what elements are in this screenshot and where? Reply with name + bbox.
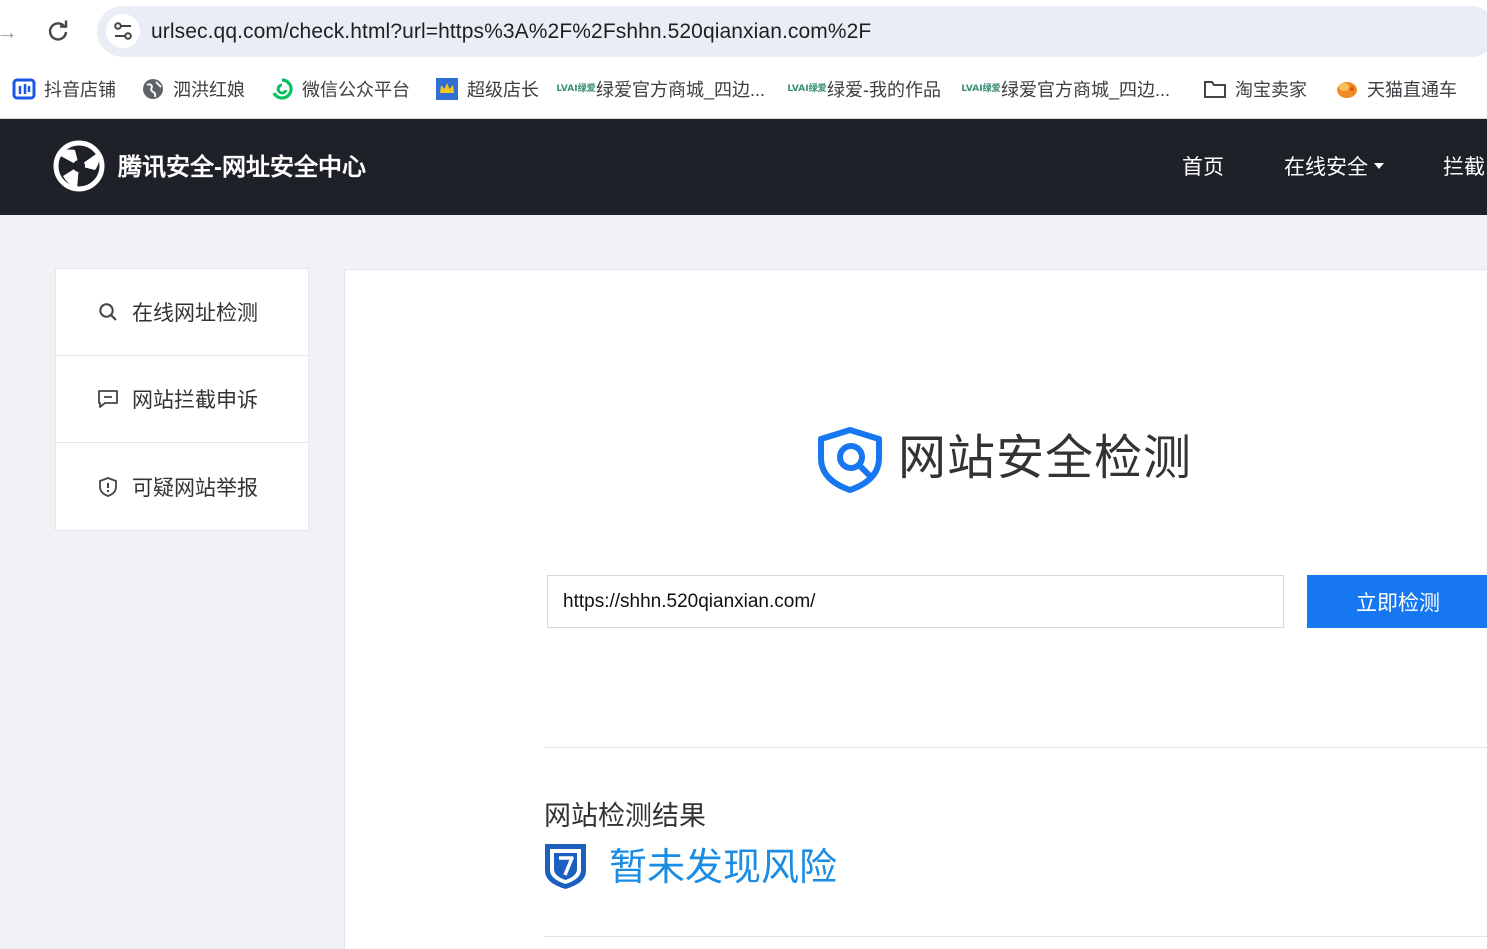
sidebar-item-url-check[interactable]: 在线网址检测: [56, 269, 308, 356]
lvai-icon: LVAI 绿爱: [961, 77, 1000, 101]
sidebar: 在线网址检测 网站拦截申诉 可疑网站举报: [55, 268, 309, 531]
bookmark-label: 超级店长: [467, 80, 539, 100]
nav-home[interactable]: 首页: [1182, 152, 1224, 184]
search-icon: [97, 301, 119, 323]
bookmark-tmall-ztc[interactable]: 天猫直通车: [1335, 75, 1457, 103]
bookmark-label: 天猫直通车: [1367, 80, 1457, 100]
lvai-icon: LVAI 绿爱: [787, 77, 826, 101]
divider: [544, 747, 1487, 748]
shield-search-icon: [815, 424, 885, 494]
forward-icon[interactable]: →: [0, 18, 18, 46]
bookmark-sihong-hongniang[interactable]: 泗洪红娘: [141, 75, 245, 103]
tencent-security-logo-icon[interactable]: [53, 140, 105, 192]
url-input[interactable]: [547, 575, 1284, 628]
douyin-shop-icon: [12, 77, 36, 101]
result-status-text: 暂未发现风险: [609, 847, 838, 889]
url-text[interactable]: urlsec.qq.com/check.html?url=https%3A%2F…: [151, 17, 871, 47]
nav-online-security-label: 在线安全: [1284, 156, 1368, 179]
reload-icon[interactable]: [44, 18, 72, 46]
tmall-icon: [1335, 77, 1359, 101]
sidebar-item-report[interactable]: 可疑网站举报: [56, 443, 308, 530]
wechat-mp-icon: [270, 77, 294, 101]
sidebar-item-appeal[interactable]: 网站拦截申诉: [56, 356, 308, 443]
lvai-icon-text-top: LVAI: [787, 83, 809, 94]
bookmark-label: 微信公众平台: [302, 80, 410, 100]
lvai-icon: LVAI 绿爱: [556, 77, 595, 101]
lvai-icon-text-bottom: 绿爱: [577, 83, 596, 94]
sidebar-item-label: 网站拦截申诉: [132, 389, 258, 412]
bookmark-folder-taobao-seller[interactable]: 淘宝卖家: [1203, 75, 1307, 103]
result-heading: 网站检测结果: [544, 801, 706, 831]
bookmark-lvai-works[interactable]: LVAI 绿爱 绿爱-我的作品: [787, 75, 941, 103]
sidebar-item-label: 在线网址检测: [132, 302, 258, 325]
sidebar-item-label: 可疑网站举报: [132, 476, 258, 500]
bookmark-lvai-store-2[interactable]: LVAI 绿爱 绿爱官方商城_四边...: [961, 75, 1171, 103]
bookmark-wechat-mp[interactable]: 微信公众平台: [270, 75, 410, 103]
message-icon: [97, 388, 119, 410]
site-title[interactable]: 腾讯安全-网址安全中心: [118, 152, 366, 184]
lvai-icon-text-bottom: 绿爱: [982, 83, 1001, 94]
bookmark-label: 绿爱-我的作品: [827, 80, 941, 100]
hero-title: 网站安全检测: [898, 432, 1193, 485]
bookmark-label: 绿爱官方商城_四边...: [596, 80, 766, 100]
bookmark-super-manager[interactable]: 超级店长: [435, 75, 539, 103]
nav-online-security[interactable]: 在线安全: [1284, 152, 1384, 184]
divider: [544, 936, 1487, 937]
lvai-icon-text-top: LVAI: [961, 83, 983, 94]
shield-alert-icon: [97, 476, 119, 498]
bookmark-lvai-store-1[interactable]: LVAI 绿爱 绿爱官方商城_四边...: [556, 75, 766, 103]
bookmark-douyin-shop[interactable]: 抖音店铺: [12, 75, 116, 103]
lvai-icon-text-top: LVAI: [556, 83, 578, 94]
lvai-icon-text-bottom: 绿爱: [808, 83, 827, 94]
bookmark-label: 抖音店铺: [44, 80, 116, 100]
nav-intercept[interactable]: 拦截: [1443, 152, 1485, 184]
folder-icon: [1203, 77, 1227, 101]
crown-icon: [435, 77, 459, 101]
safe-shield-icon: [543, 841, 588, 891]
caret-down-icon: [1374, 163, 1384, 170]
globe-icon: [141, 77, 165, 101]
check-now-button[interactable]: 立即检测: [1307, 575, 1487, 628]
bookmark-label: 泗洪红娘: [173, 80, 245, 100]
bookmark-label: 淘宝卖家: [1235, 80, 1307, 100]
bookmark-label: 绿爱官方商城_四边...: [1001, 80, 1171, 100]
site-info-icon[interactable]: [106, 14, 140, 48]
